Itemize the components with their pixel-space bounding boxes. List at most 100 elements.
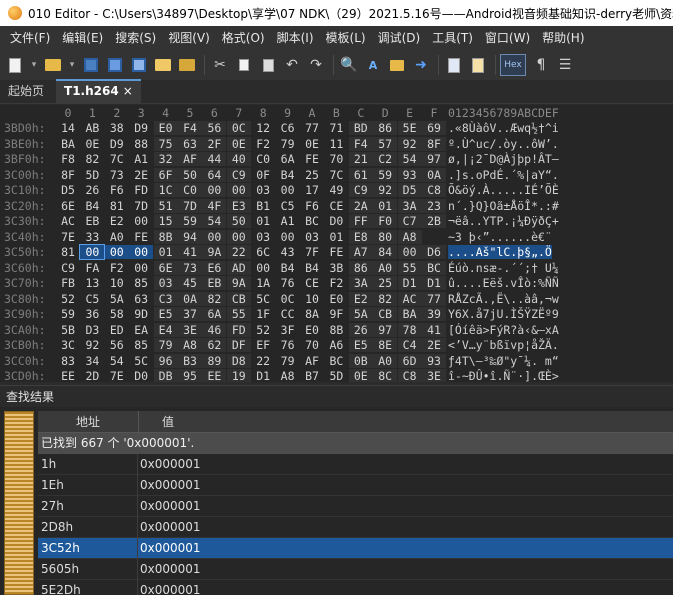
hex-ascii[interactable]: <’V…y¨bßïvp¦åŽÄ. bbox=[448, 338, 559, 352]
hex-byte[interactable]: 2E bbox=[129, 168, 153, 182]
hex-byte[interactable]: D1 bbox=[422, 276, 446, 290]
hex-byte[interactable]: 59 bbox=[56, 307, 80, 321]
hex-byte[interactable]: 36 bbox=[80, 307, 104, 321]
tab-start-page[interactable]: 起始页 bbox=[0, 79, 52, 103]
hex-byte[interactable]: 7C bbox=[324, 168, 348, 182]
hex-byte[interactable]: BC bbox=[324, 354, 348, 368]
hex-byte[interactable]: 22 bbox=[226, 245, 251, 259]
hex-byte[interactable]: 3B bbox=[324, 261, 348, 275]
hex-byte[interactable]: AF bbox=[178, 152, 202, 166]
hex-byte[interactable]: 46 bbox=[202, 322, 227, 337]
hex-byte[interactable]: 97 bbox=[373, 322, 398, 337]
hex-byte[interactable]: 77 bbox=[300, 121, 324, 135]
hex-byte[interactable]: F6 bbox=[105, 183, 129, 197]
hex-byte[interactable]: CC bbox=[276, 307, 300, 321]
hex-byte[interactable]: 38 bbox=[105, 121, 129, 135]
hex-byte[interactable]: 64 bbox=[202, 167, 227, 182]
hex-byte[interactable]: 73 bbox=[105, 168, 129, 182]
hex-byte[interactable]: 0E bbox=[80, 137, 104, 151]
hex-byte[interactable]: 7D bbox=[129, 199, 153, 213]
open-project-icon[interactable] bbox=[152, 54, 174, 76]
hex-byte[interactable]: 4F bbox=[202, 198, 227, 213]
hex-byte[interactable]: 83 bbox=[56, 354, 80, 368]
find-in-files-icon[interactable] bbox=[386, 54, 408, 76]
hex-byte[interactable]: 56 bbox=[202, 121, 227, 135]
hex-byte[interactable]: 92 bbox=[80, 338, 104, 352]
hex-byte[interactable]: 00 bbox=[251, 261, 275, 275]
hex-byte[interactable]: 5D bbox=[80, 168, 104, 182]
paste-icon[interactable] bbox=[257, 54, 279, 76]
hex-byte[interactable]: 39 bbox=[422, 307, 446, 321]
hex-byte[interactable]: 1F bbox=[251, 307, 275, 321]
hex-byte[interactable]: 54 bbox=[105, 354, 129, 368]
hex-byte[interactable]: F8 bbox=[56, 152, 80, 166]
hex-byte[interactable]: A0 bbox=[373, 260, 398, 275]
tab-t1-h264[interactable]: T1.h264 × bbox=[56, 79, 141, 103]
hex-byte[interactable]: 10 bbox=[105, 276, 129, 290]
hex-byte[interactable]: E3 bbox=[226, 198, 251, 213]
menu-debug[interactable]: 调试(D) bbox=[372, 28, 427, 48]
hex-byte[interactable]: EB bbox=[80, 214, 104, 228]
hex-byte[interactable]: 45 bbox=[178, 276, 202, 290]
hex-byte[interactable]: 12 bbox=[251, 121, 275, 135]
hex-byte[interactable]: E5 bbox=[153, 307, 178, 321]
hex-byte[interactable]: 00 bbox=[276, 183, 300, 197]
hex-byte[interactable]: F4 bbox=[178, 121, 202, 135]
hex-byte[interactable]: 59 bbox=[373, 167, 398, 182]
hex-byte[interactable]: 77 bbox=[422, 291, 446, 306]
hex-ascii[interactable]: î-~ÐÛ•î.Ñ¨·].ŒÈ> bbox=[448, 369, 559, 382]
hex-row[interactable]: 3CD0h: EE 2D 7E D0 DB 95 EE 19 D1 A8 B7 5D 0E 8C C8 3E î-… bbox=[0, 369, 673, 382]
hex-byte[interactable]: 49 bbox=[324, 183, 348, 197]
hex-row[interactable]: 3C10h: D5 26 F6 FD 1C C0 00 00 03 00 17 49 C9 92 D5 C8 Õ&… bbox=[0, 183, 673, 199]
hex-byte[interactable]: EF bbox=[251, 338, 275, 352]
result-row[interactable]: 1Eh 0x000001 bbox=[38, 475, 673, 496]
hex-byte[interactable]: B7 bbox=[300, 369, 324, 382]
hex-byte[interactable]: D6 bbox=[422, 245, 446, 259]
hex-byte[interactable]: 03 bbox=[153, 276, 178, 290]
new-dropdown-icon[interactable]: ▾ bbox=[28, 54, 40, 76]
hex-byte[interactable]: 6C bbox=[251, 245, 275, 259]
hex-byte[interactable]: 79 bbox=[153, 338, 178, 352]
hex-byte[interactable]: C0 bbox=[251, 152, 275, 166]
show-whitespace-icon[interactable]: ¶ bbox=[530, 54, 552, 76]
hex-byte[interactable]: F2 bbox=[324, 276, 348, 290]
hex-byte[interactable]: C6 bbox=[276, 121, 300, 135]
hex-byte[interactable]: 96 bbox=[153, 353, 178, 368]
hex-byte[interactable]: 55 bbox=[397, 260, 422, 275]
hex-byte[interactable]: EE bbox=[56, 369, 80, 382]
hex-byte[interactable]: BA bbox=[397, 307, 422, 321]
hex-byte[interactable]: D0 bbox=[324, 214, 348, 228]
hex-byte[interactable]: 3A bbox=[348, 276, 373, 290]
hex-byte[interactable]: AB bbox=[80, 121, 104, 135]
menu-script[interactable]: 脚本(I) bbox=[271, 28, 320, 48]
hex-byte[interactable]: 00 bbox=[104, 245, 129, 259]
hex-byte[interactable]: 01 bbox=[251, 214, 275, 228]
hex-byte[interactable]: AC bbox=[397, 291, 422, 306]
hex-byte[interactable]: E0 bbox=[153, 121, 178, 135]
hex-byte[interactable]: 5A bbox=[105, 292, 129, 306]
hex-byte[interactable]: D3 bbox=[80, 323, 104, 337]
hex-byte[interactable]: 54 bbox=[397, 152, 422, 166]
hex-byte[interactable]: 9A bbox=[226, 276, 251, 290]
save-as-icon[interactable] bbox=[104, 54, 126, 76]
hex-byte[interactable]: 69 bbox=[422, 121, 446, 135]
hex-byte[interactable]: C7 bbox=[397, 214, 422, 228]
hex-byte[interactable]: 59 bbox=[178, 214, 202, 228]
hex-byte[interactable]: BC bbox=[300, 214, 324, 228]
hex-byte[interactable]: BC bbox=[422, 260, 446, 275]
hex-byte[interactable]: E5 bbox=[348, 338, 373, 352]
hex-byte[interactable]: 8C bbox=[373, 369, 398, 382]
hex-byte[interactable]: 01 bbox=[153, 245, 178, 259]
hex-byte[interactable]: 2A bbox=[348, 198, 373, 213]
hex-byte[interactable]: 0A bbox=[422, 167, 446, 182]
hex-byte[interactable]: 82 bbox=[202, 291, 227, 306]
hex-byte[interactable]: 17 bbox=[300, 183, 324, 197]
hex-byte[interactable]: C5 bbox=[276, 199, 300, 213]
hex-byte[interactable]: F0 bbox=[373, 214, 398, 228]
copy-icon[interactable] bbox=[233, 54, 255, 76]
hex-byte[interactable]: 22 bbox=[251, 354, 275, 368]
hex-byte[interactable]: B4 bbox=[276, 168, 300, 182]
hex-byte[interactable]: 92 bbox=[373, 183, 398, 197]
hex-byte[interactable]: 5E bbox=[397, 121, 422, 135]
hex-byte[interactable]: 41 bbox=[178, 245, 202, 259]
